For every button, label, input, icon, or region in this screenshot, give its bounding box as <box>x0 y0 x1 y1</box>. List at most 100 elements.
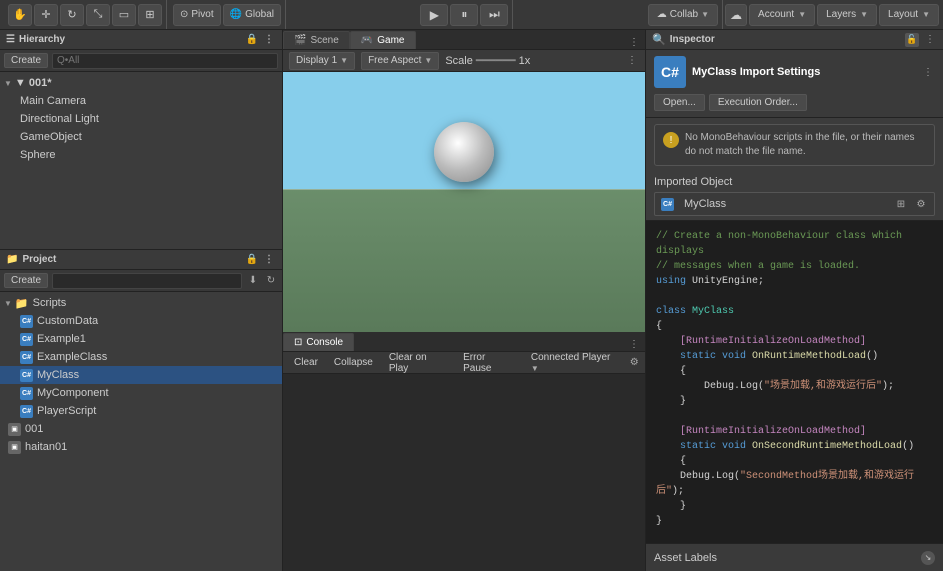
execution-order-btn[interactable]: Execution Order... <box>709 94 807 111</box>
hierarchy-lock-icon[interactable]: 🔒 <box>245 33 259 47</box>
project-import-icon[interactable]: ⬇ <box>246 274 260 288</box>
aspect-dropdown[interactable]: Free Aspect ▼ <box>361 52 439 70</box>
project-item[interactable]: C# Example1 <box>0 330 282 348</box>
connected-player-label: Connected Player <box>531 352 611 363</box>
hierarchy-item[interactable]: Main Camera <box>0 92 282 110</box>
open-btn[interactable]: Open... <box>654 94 705 111</box>
cloud-btn[interactable]: ☁ <box>725 4 747 26</box>
code-line: [RuntimeInitializeOnLoadMethod] <box>656 334 933 349</box>
project-panel: 📁 Project 🔒 ⋮ Create ⬇ ↻ ▼ 📁 Scripts <box>0 250 282 571</box>
console-collapse-btn[interactable]: Collapse <box>327 355 380 370</box>
transform-tool-btn[interactable]: ⊞ <box>138 4 162 26</box>
project-scripts-label: Scripts <box>33 297 67 309</box>
project-item[interactable]: C# PlayerScript <box>0 402 282 420</box>
layers-chevron: ▼ <box>860 10 868 19</box>
hierarchy-create-btn[interactable]: Create <box>4 53 48 68</box>
rect-tool-btn[interactable]: ▭ <box>112 4 136 26</box>
scale-tool-btn[interactable]: ⤡ <box>86 4 110 26</box>
code-line: } <box>656 514 933 529</box>
console-tab-label: Console <box>306 337 343 348</box>
hierarchy-panel: ☰ Hierarchy 🔒 ⋮ Create ▼ ▼ 001* Main Cam… <box>0 30 282 250</box>
account-btn[interactable]: Account ▼ <box>749 4 815 26</box>
console-error-pause-btn[interactable]: Error Pause <box>456 350 522 376</box>
view-more-icon[interactable]: ⋮ <box>627 35 641 49</box>
hierarchy-item[interactable]: Directional Light <box>0 110 282 128</box>
hand-tool-btn[interactable]: ✋ <box>8 4 32 26</box>
project-item-selected[interactable]: C# MyClass <box>0 366 282 384</box>
asset-labels-section: Asset Labels ↘ <box>646 543 943 571</box>
hierarchy-icon: ☰ <box>6 34 15 45</box>
console-settings-icon[interactable]: ⚙ <box>627 356 641 370</box>
code-line <box>656 289 933 304</box>
layout-chevron: ▼ <box>922 10 930 19</box>
hierarchy-title: Hierarchy <box>19 34 241 45</box>
scene-tab-label: Scene <box>310 35 338 46</box>
console-tab[interactable]: ⊡ Console <box>283 333 354 351</box>
cs-icon: C# <box>20 315 33 328</box>
warning-text: No MonoBehaviour scripts in the file, or… <box>685 131 926 159</box>
console-connected-player-btn[interactable]: Connected Player ▼ <box>524 350 626 376</box>
collab-btn[interactable]: ☁ Collab ▼ <box>648 4 718 26</box>
code-line: } <box>656 499 933 514</box>
project-refresh-icon[interactable]: ↻ <box>264 274 278 288</box>
asset-labels-icon[interactable]: ↘ <box>921 551 935 565</box>
code-line: class MyClass <box>656 304 933 319</box>
project-search-input[interactable] <box>52 273 242 289</box>
step-btn[interactable]: ⏭ <box>480 4 508 26</box>
console-clear-btn[interactable]: Clear <box>287 355 325 370</box>
game-view-canvas <box>283 72 645 332</box>
move-tool-btn[interactable]: ✛ <box>34 4 58 26</box>
code-view: // Create a non-MonoBehaviour class whic… <box>646 221 943 543</box>
hierarchy-item[interactable]: GameObject <box>0 128 282 146</box>
project-item[interactable]: ▣ 001 <box>0 420 282 438</box>
pivot-btn[interactable]: ⊙ Pivot <box>173 4 221 26</box>
scene-game-tab-bar: 🎬 Scene 🎮 Game ⋮ <box>283 30 645 50</box>
console-more-icon[interactable]: ⋮ <box>627 337 641 351</box>
inspector-title: Inspector <box>670 34 901 45</box>
hierarchy-more-icon[interactable]: ⋮ <box>262 33 276 47</box>
play-btn[interactable]: ▶ <box>420 4 448 26</box>
project-lock-icon[interactable]: 🔒 <box>245 253 259 267</box>
hierarchy-search-input[interactable] <box>52 53 278 69</box>
pivot-group: ⊙ Pivot 🌐 Global <box>169 0 286 29</box>
hierarchy-directional-light-label: Directional Light <box>20 113 99 125</box>
project-item[interactable]: ▣ haitan01 <box>0 438 282 456</box>
project-item[interactable]: C# MyComponent <box>0 384 282 402</box>
layers-btn[interactable]: Layers ▼ <box>817 4 877 26</box>
project-item[interactable]: ▼ 📁 Scripts <box>0 294 282 312</box>
cs-icon: C# <box>20 351 33 364</box>
rotate-tool-btn[interactable]: ↻ <box>60 4 84 26</box>
project-001-label: 001 <box>25 423 43 435</box>
project-item[interactable]: C# CustomData <box>0 312 282 330</box>
code-line: // messages when a game is loaded. <box>656 259 933 274</box>
project-item[interactable]: C# ExampleClass <box>0 348 282 366</box>
inspector-more-icon[interactable]: ⋮ <box>923 33 937 47</box>
hierarchy-root-item[interactable]: ▼ ▼ 001* <box>0 74 282 92</box>
import-settings-more-icon[interactable]: ⋮ <box>921 65 935 79</box>
inspector-lock-btn[interactable]: 🔓 <box>905 33 919 47</box>
project-content: ▼ 📁 Scripts C# CustomData C# Example1 C#… <box>0 292 282 571</box>
console-clear-on-play-btn[interactable]: Clear on Play <box>382 350 454 376</box>
pause-btn[interactable]: ⏸ <box>450 4 478 26</box>
view-options-icon[interactable]: ⋮ <box>625 54 639 68</box>
project-header: 📁 Project 🔒 ⋮ <box>0 250 282 270</box>
project-more-icon[interactable]: ⋮ <box>262 253 276 267</box>
scene-tab[interactable]: 🎬 Scene <box>283 31 350 49</box>
cs-icon: C# <box>20 369 33 382</box>
project-create-btn[interactable]: Create <box>4 273 48 288</box>
horizon-line <box>283 189 645 190</box>
left-panel: ☰ Hierarchy 🔒 ⋮ Create ▼ ▼ 001* Main Cam… <box>0 30 283 571</box>
folder-icon: 📁 <box>15 297 29 310</box>
hierarchy-item[interactable]: Sphere <box>0 146 282 164</box>
hierarchy-gameobject-label: GameObject <box>20 131 82 143</box>
layout-btn[interactable]: Layout ▼ <box>879 4 939 26</box>
console-output <box>283 374 645 571</box>
imported-object-section: Imported Object C# MyClass ⊞ ⚙ <box>646 172 943 221</box>
center-panel: 🎬 Scene 🎮 Game ⋮ Display 1 ▼ Free Aspect… <box>283 30 645 571</box>
display-dropdown[interactable]: Display 1 ▼ <box>289 52 355 70</box>
global-btn[interactable]: 🌐 Global <box>223 4 281 26</box>
game-tab[interactable]: 🎮 Game <box>350 31 416 49</box>
myclass-options-icon[interactable]: ⊞ <box>894 197 908 211</box>
myclass-gear-icon[interactable]: ⚙ <box>914 197 928 211</box>
display-chevron: ▼ <box>340 56 348 65</box>
